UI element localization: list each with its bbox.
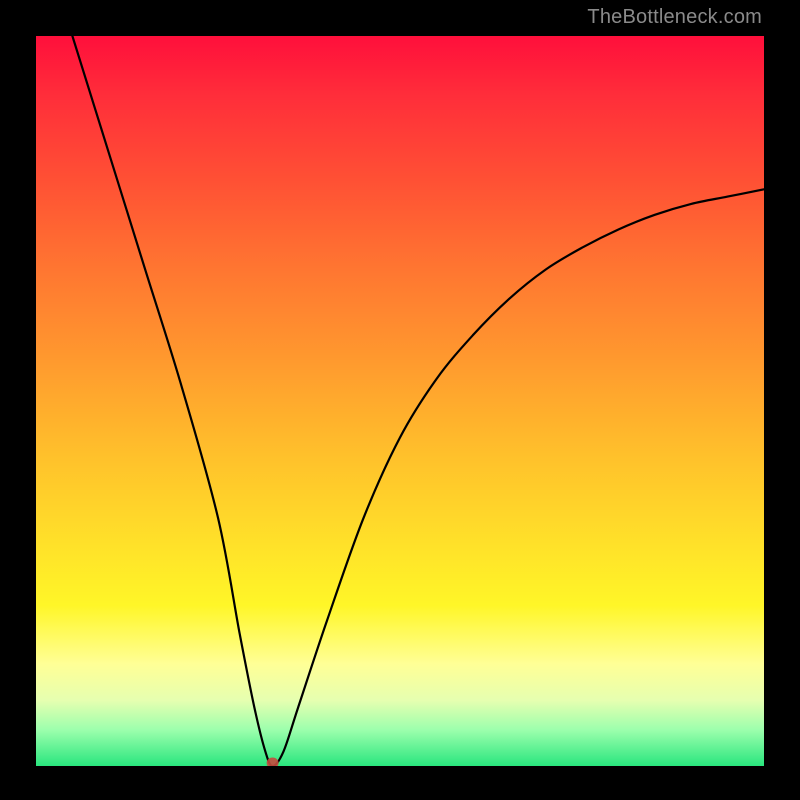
min-point-marker (267, 758, 279, 767)
bottleneck-curve (72, 36, 764, 766)
curve-layer (36, 36, 764, 766)
plot-area (36, 36, 764, 766)
chart-frame: TheBottleneck.com (0, 0, 800, 800)
watermark-text: TheBottleneck.com (587, 6, 762, 29)
